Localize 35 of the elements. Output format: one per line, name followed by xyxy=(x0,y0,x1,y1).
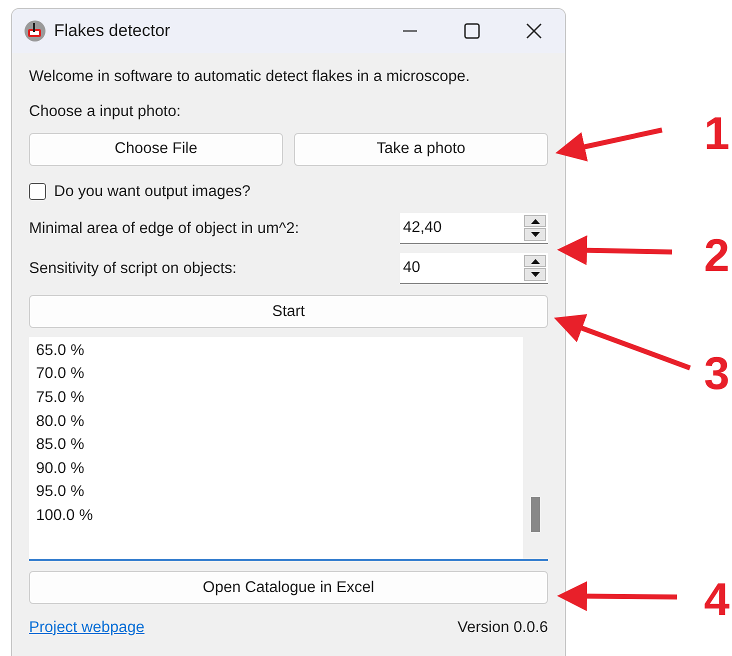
welcome-text: Welcome in software to automatic detect flakes in a microscope. xyxy=(29,67,471,87)
callout-number: 4 xyxy=(704,576,730,622)
log-line: 70.0 % xyxy=(36,364,86,384)
spin-up-icon[interactable] xyxy=(524,254,546,268)
callout-number: 1 xyxy=(704,110,730,156)
project-link[interactable]: Project webpage xyxy=(29,616,144,639)
checkbox[interactable] xyxy=(29,182,46,200)
log-line: 95.0 % xyxy=(36,482,86,502)
spin-field[interactable]: 42,40 xyxy=(400,212,548,244)
version-text: Version 0.0.6 xyxy=(458,618,548,638)
choose-file-button[interactable]: Choose File xyxy=(29,132,283,166)
callout-number: 2 xyxy=(704,232,730,278)
scrollbar-thumb[interactable] xyxy=(531,496,540,532)
spin-field[interactable]: 40 xyxy=(400,252,548,284)
field-label: Sensitivity of script on objects: xyxy=(29,258,237,279)
spin-down-icon[interactable] xyxy=(524,228,546,241)
log-line: 65.0 % xyxy=(36,340,86,361)
spin-down-icon[interactable] xyxy=(524,268,546,281)
callout-number: 3 xyxy=(704,350,730,396)
microscope-icon xyxy=(24,20,46,42)
input-label: Choose a input photo: xyxy=(29,102,182,122)
spin-up-icon[interactable] xyxy=(524,214,546,228)
open-excel-button[interactable]: Open Catalogue in Excel xyxy=(29,570,548,604)
log-line: 90.0 % xyxy=(36,458,86,479)
start-button[interactable]: Start xyxy=(29,294,548,328)
log-line: 75.0 % xyxy=(36,388,86,408)
log-line: 100.0 % xyxy=(36,506,93,526)
log-line: 80.0 % xyxy=(36,412,86,432)
checkbox-label: Do you want output images? xyxy=(54,182,250,202)
maximize-icon xyxy=(464,23,480,39)
window-title: Flakes detector xyxy=(54,20,170,42)
log-line: 85.0 % xyxy=(36,435,86,456)
take-photo-button[interactable]: Take a photo xyxy=(294,132,548,166)
close-icon xyxy=(526,23,542,39)
field-label: Minimal area of edge of object in um^2: xyxy=(29,218,300,239)
